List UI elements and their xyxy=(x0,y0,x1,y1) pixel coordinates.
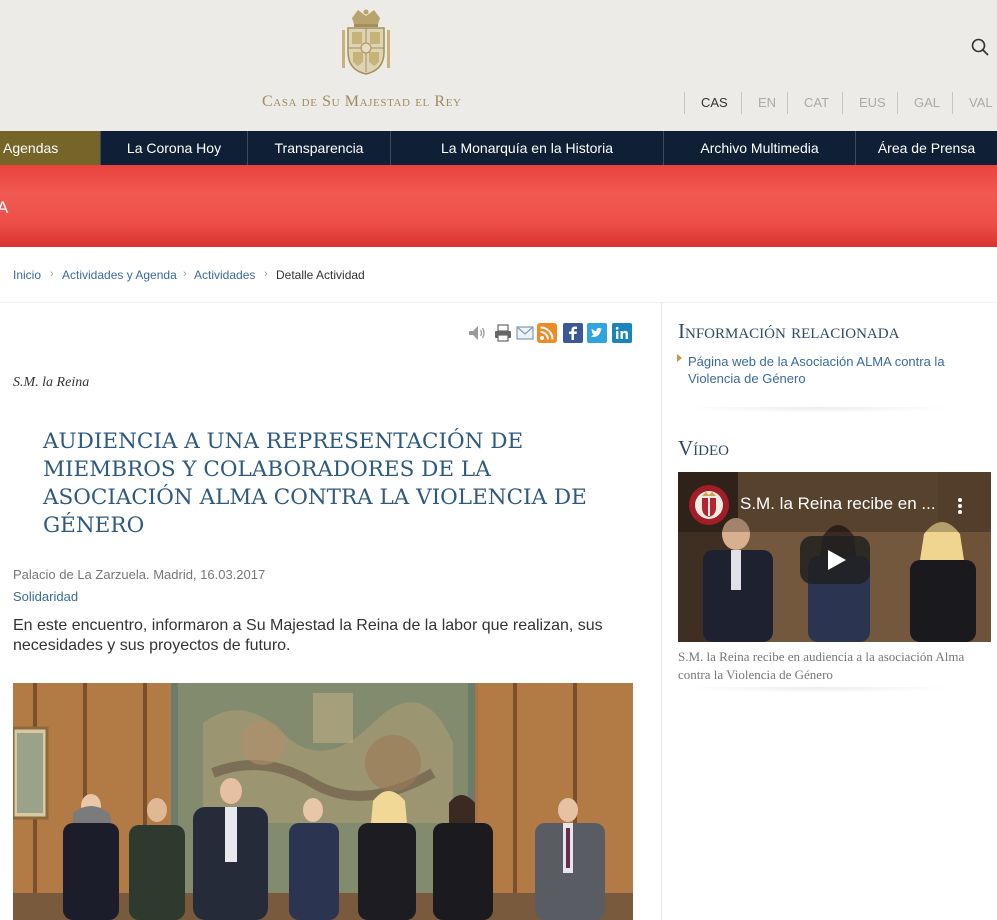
site-title[interactable]: Casa de Su Majestad el Rey xyxy=(262,93,472,111)
lang-cas[interactable]: CAS xyxy=(684,92,741,114)
lang-gal[interactable]: GAL xyxy=(897,92,952,114)
video-section-title: Vídeo xyxy=(678,436,729,460)
breadcrumb-inicio[interactable]: Inicio xyxy=(13,268,41,282)
video-player[interactable]: S.M. la Reina recibe en ... xyxy=(678,472,991,642)
site-header: Casa de Su Majestad el Rey CAS EN CAT EU… xyxy=(0,0,997,131)
related-link-alma[interactable]: Página web de la Asociación ALMA contra … xyxy=(688,354,968,387)
related-info-title: Información relacionada xyxy=(678,319,900,343)
breadcrumb-actividades-agenda[interactable]: Actividades y Agenda xyxy=(62,268,177,282)
article-meta: Palacio de La Zarzuela. Madrid, 16.03.20… xyxy=(13,567,266,582)
article-title: Audiencia a una representación de miembr… xyxy=(43,429,587,538)
channel-avatar[interactable] xyxy=(688,484,730,526)
article-photo[interactable] xyxy=(13,683,633,920)
twitter-icon[interactable] xyxy=(587,323,607,343)
caret-right-icon xyxy=(677,354,682,362)
play-icon[interactable] xyxy=(800,536,870,584)
main-nav: Agendas La Corona Hoy Transparencia La M… xyxy=(0,131,997,165)
rss-icon[interactable] xyxy=(537,323,557,343)
breadcrumb-actividades[interactable]: Actividades xyxy=(194,268,255,282)
search-icon[interactable] xyxy=(970,37,990,57)
email-icon[interactable] xyxy=(515,323,535,343)
breadcrumb-current: Detalle Actividad xyxy=(276,268,365,282)
royal-crest-icon[interactable] xyxy=(338,8,394,78)
divider xyxy=(678,407,958,413)
video-overlay-title[interactable]: S.M. la Reina recibe en ... xyxy=(740,494,936,514)
section-banner xyxy=(0,165,997,247)
linkedin-icon[interactable] xyxy=(612,323,632,343)
divider xyxy=(678,687,958,693)
audio-icon[interactable] xyxy=(467,323,487,343)
nav-monarquia-historia[interactable]: La Monarquía en la Historia xyxy=(391,131,664,165)
sidebar: Información relacionada Página web de la… xyxy=(663,303,997,920)
lang-eus[interactable]: EUS xyxy=(842,92,897,114)
article-category[interactable]: Solidaridad xyxy=(13,589,78,604)
article-main: S.M. la Reina Audiencia a una representa… xyxy=(0,303,662,920)
breadcrumb-separator: › xyxy=(50,268,54,280)
breadcrumb-separator: › xyxy=(264,268,268,280)
lang-en[interactable]: EN xyxy=(741,92,787,114)
breadcrumb: Inicio › Actividades y Agenda › Activida… xyxy=(0,247,997,303)
article-author: S.M. la Reina xyxy=(13,375,90,390)
breadcrumb-separator: › xyxy=(183,268,187,280)
print-icon[interactable] xyxy=(493,323,513,343)
more-options-icon[interactable] xyxy=(954,496,966,516)
nav-la-corona-hoy[interactable]: La Corona Hoy xyxy=(101,131,248,165)
nav-transparencia[interactable]: Transparencia xyxy=(248,131,391,165)
lang-cat[interactable]: CAT xyxy=(787,92,842,114)
nav-area-de-prensa[interactable]: Área de Prensa xyxy=(856,131,997,165)
language-selector: CAS EN CAT EUS GAL VAL xyxy=(684,92,997,114)
nav-agendas[interactable]: Agendas xyxy=(0,131,101,165)
nav-archivo-multimedia[interactable]: Archivo Multimedia xyxy=(664,131,856,165)
banner-text: A xyxy=(0,198,9,217)
video-caption[interactable]: S.M. la Reina recibe en audiencia a la a… xyxy=(678,648,978,684)
facebook-icon[interactable] xyxy=(563,323,583,343)
article-lead: En este encuentro, informaron a Su Majes… xyxy=(13,617,603,654)
lang-val[interactable]: VAL xyxy=(952,92,997,114)
